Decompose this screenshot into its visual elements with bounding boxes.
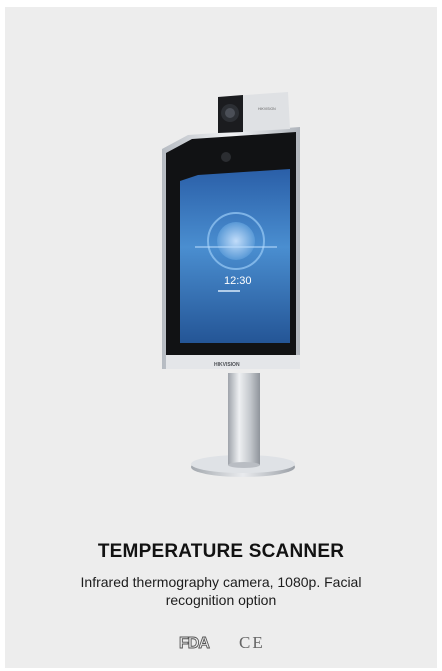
svg-text:FDA: FDA <box>179 635 210 652</box>
fda-logo-icon: FDA <box>178 635 211 652</box>
camera-brand-label: HIKVISION <box>258 107 276 111</box>
svg-text:CE: CE <box>239 633 264 652</box>
certification-logos: FDA CE <box>5 632 437 654</box>
screen-time: 12:30 <box>224 275 252 287</box>
product-card: 12:30 HIKVISION HIKVISION TEMPERATURE SC… <box>5 7 437 668</box>
temperature-scanner-image: 12:30 HIKVISION HIKVISION <box>162 92 300 477</box>
product-title: TEMPERATURE SCANNER <box>97 541 345 562</box>
product-description: Infrared thermography camera, 1080p. Fac… <box>80 574 362 608</box>
ce-mark-icon: CE <box>239 633 264 652</box>
brand-label: HIKVISION <box>214 362 240 368</box>
